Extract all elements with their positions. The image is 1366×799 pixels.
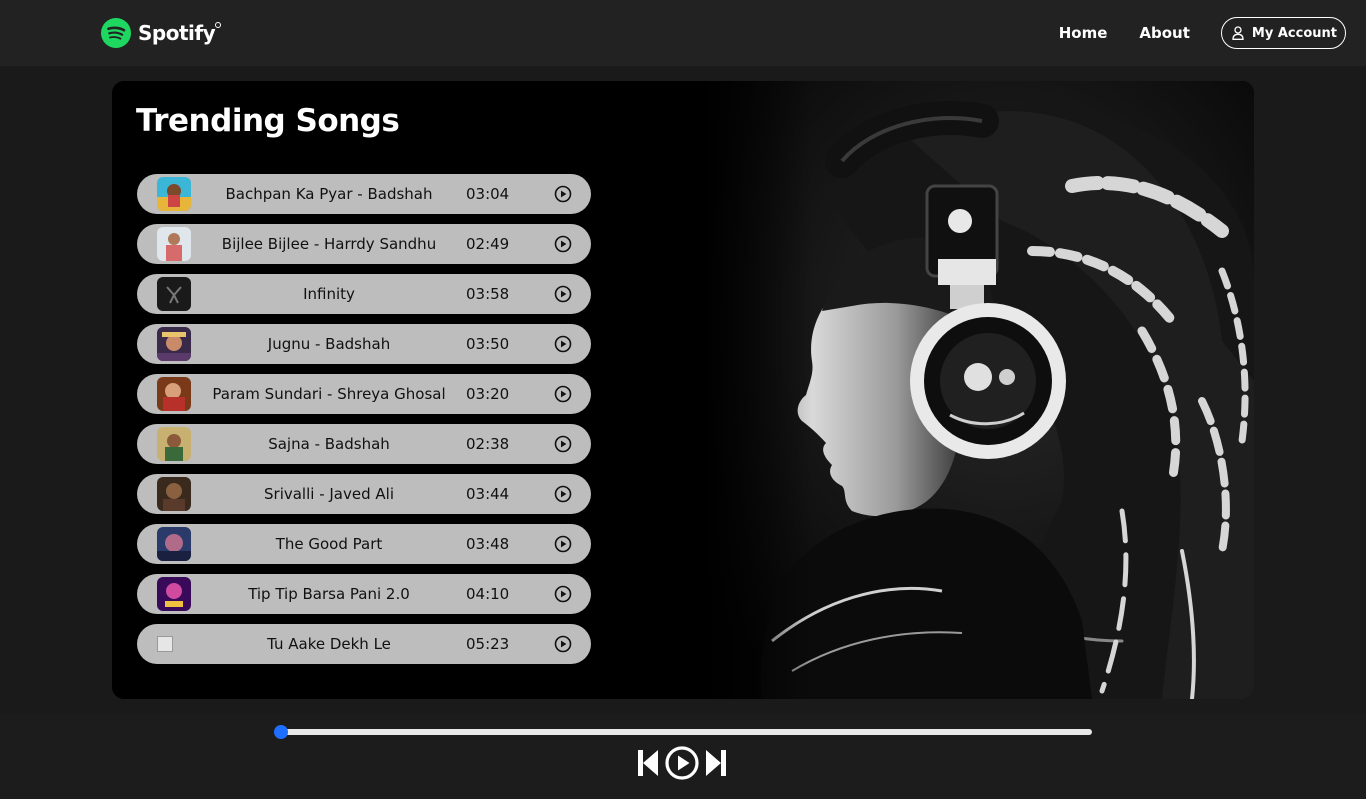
song-title: Infinity [303,285,355,303]
song-title: Jugnu - Badshah [267,335,391,353]
my-account-label: My Account [1251,25,1337,41]
next-icon[interactable] [705,749,727,777]
play-circle-icon[interactable] [554,235,572,253]
navbar: Spotify Home About My Account [0,0,1366,66]
album-cover [157,277,191,311]
song-duration: 02:38 [466,435,510,453]
play-circle-icon[interactable] [554,635,572,653]
song-item[interactable]: Srivalli - Javed Ali 03:44 [137,474,591,514]
brand-name: Spotify [138,21,222,45]
album-cover [157,427,191,461]
song-title: Srivalli - Javed Ali [264,485,394,503]
album-cover [157,477,191,511]
song-duration: 04:10 [466,585,510,603]
spotify-logo[interactable]: Spotify [101,18,222,48]
player-bar [0,714,1366,799]
song-duration: 05:23 [466,635,510,653]
song-duration: 03:04 [466,185,510,203]
hero-image [702,81,1254,699]
song-item[interactable]: Bijlee Bijlee - Harrdy Sandhu 02:49 [137,224,591,264]
song-item[interactable]: Infinity 03:58 [137,274,591,314]
album-cover [157,177,191,211]
song-list: Bachpan Ka Pyar - Badshah 03:04 Bijlee B… [137,174,591,674]
play-circle-icon[interactable] [554,385,572,403]
album-cover [157,577,191,611]
my-account-button[interactable]: My Account [1220,17,1346,49]
play-circle-icon[interactable] [554,435,572,453]
trending-card: Trending Songs Bachpan Ka Pyar - Badshah… [112,81,1254,699]
song-item[interactable]: Param Sundari - Shreya Ghosal 03:20 [137,374,591,414]
song-item[interactable]: Jugnu - Badshah 03:50 [137,324,591,364]
progress-bar[interactable] [279,729,1092,735]
nav-about-link[interactable]: About [1139,24,1190,42]
nav-home-link[interactable]: Home [1059,24,1108,42]
album-cover [157,377,191,411]
progress-thumb[interactable] [274,725,288,739]
song-duration: 03:44 [466,485,510,503]
spotify-icon [101,18,131,48]
song-duration: 03:58 [466,285,510,303]
play-circle-icon[interactable] [554,535,572,553]
play-circle-icon[interactable] [554,285,572,303]
song-duration: 03:48 [466,535,510,553]
song-duration: 03:50 [466,335,510,353]
song-item[interactable]: Sajna - Badshah 02:38 [137,424,591,464]
song-title: Bijlee Bijlee - Harrdy Sandhu [221,235,437,253]
play-circle-icon[interactable] [554,185,572,203]
song-item[interactable]: Tu Aake Dekh Le 05:23 [137,624,591,664]
playback-controls [637,746,727,780]
nav-links: Home About My Account [1059,16,1346,50]
song-item[interactable]: Tip Tip Barsa Pani 2.0 04:10 [137,574,591,614]
song-item[interactable]: The Good Part 03:48 [137,524,591,564]
song-title: Bachpan Ka Pyar - Badshah [225,185,433,203]
album-cover [157,227,191,261]
previous-icon[interactable] [637,749,659,777]
page-title: Trending Songs [136,103,400,139]
play-circle-icon[interactable] [554,335,572,353]
album-cover [157,327,191,361]
song-title: Tu Aake Dekh Le [267,635,391,653]
play-circle-icon[interactable] [554,485,572,503]
song-duration: 03:20 [466,385,510,403]
play-circle-icon[interactable] [554,585,572,603]
song-title: The Good Part [275,535,383,553]
song-title: Sajna - Badshah [268,435,390,453]
broken-image-icon [157,636,173,652]
song-item[interactable]: Bachpan Ka Pyar - Badshah 03:04 [137,174,591,214]
song-title: Tip Tip Barsa Pani 2.0 [248,585,410,603]
album-cover [157,527,191,561]
play-icon[interactable] [665,746,699,780]
user-icon [1232,26,1244,40]
song-title: Param Sundari - Shreya Ghosal [212,385,446,403]
song-duration: 02:49 [466,235,510,253]
